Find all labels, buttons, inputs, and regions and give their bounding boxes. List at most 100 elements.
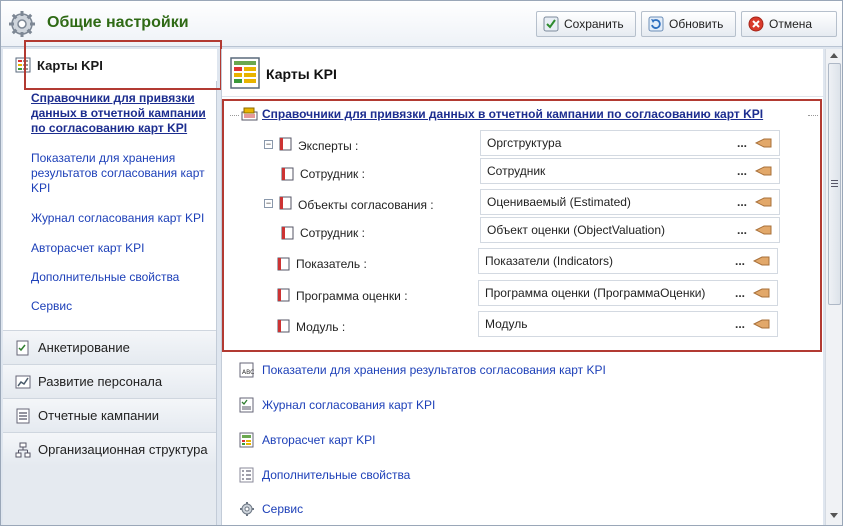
gear-icon <box>9 11 35 37</box>
calculator-icon <box>239 432 254 448</box>
cancel-button[interactable]: Отмена <box>741 11 837 37</box>
refresh-icon <box>648 16 664 32</box>
pick-hand-icon[interactable] <box>755 165 773 177</box>
field-label: Сотрудник : <box>300 226 365 240</box>
refresh-button[interactable]: Обновить <box>641 11 736 37</box>
grip-line <box>831 180 838 181</box>
book-icon <box>279 196 292 210</box>
main-content: Карты KPI Справочники для привязки данны… <box>221 49 824 525</box>
refresh-button-label: Обновить <box>669 17 724 31</box>
link-label: Журнал согласования карт KPI <box>262 398 436 412</box>
book-icon <box>279 137 292 151</box>
field-label: Объекты согласования : <box>298 198 434 212</box>
pick-hand-icon[interactable] <box>755 196 773 208</box>
browse-button[interactable]: ... <box>735 281 745 305</box>
journal-icon <box>239 397 254 413</box>
sidebar-links: Справочники для привязки данных в отчетн… <box>3 83 217 323</box>
sidebar-section-questionnaire[interactable]: Анкетирование <box>3 330 216 364</box>
scroll-up-icon[interactable] <box>830 53 838 58</box>
abc-sheet-icon: ABC <box>239 362 254 378</box>
collapse-experts-toggle[interactable]: − <box>264 140 273 149</box>
main-title: Карты KPI <box>266 66 337 82</box>
section-title-link[interactable]: Справочники для привязки данных в отчетн… <box>262 107 763 121</box>
book-icon <box>277 257 290 271</box>
pick-hand-icon[interactable] <box>753 318 771 330</box>
cancel-button-label: Отмена <box>769 17 813 31</box>
book-icon <box>281 226 294 240</box>
save-button[interactable]: Сохранить <box>536 11 636 37</box>
browse-button[interactable]: ... <box>737 190 747 214</box>
checklist-icon <box>16 340 29 355</box>
sidebar-section-label: Организационная структура <box>38 442 208 457</box>
link-label: Сервис <box>262 502 304 516</box>
link-indicators-storage[interactable]: ABC Показатели для хранения результатов … <box>238 362 606 378</box>
link-label: Авторасчет карт KPI <box>262 433 376 447</box>
section-line <box>230 115 239 116</box>
link-additional-properties[interactable]: Дополнительные свойства <box>238 467 410 483</box>
collapse-approval-objects-toggle[interactable]: − <box>264 199 273 208</box>
evaluation-program-field[interactable]: Программа оценки (ПрограммаОценки) ... <box>478 280 778 306</box>
browse-button[interactable]: ... <box>737 159 747 183</box>
field-label: Сотрудник : <box>300 167 365 181</box>
scroll-thumb[interactable] <box>828 63 841 305</box>
link-label: Показатели для хранения результатов согл… <box>262 363 606 377</box>
sidebar-link-reference-books[interactable]: Справочники для привязки данных в отчетн… <box>31 91 211 136</box>
field-value: Объект оценки (ObjectValuation) <box>487 223 666 237</box>
sidebar-section-staff-development[interactable]: Развитие персонала <box>3 364 216 398</box>
book-icon <box>277 319 290 333</box>
pick-hand-icon[interactable] <box>753 255 771 267</box>
sidebar-link-journal[interactable]: Журнал согласования карт KPI <box>31 211 211 226</box>
field-label: Показатель : <box>296 257 367 271</box>
field-value: Сотрудник <box>487 164 546 178</box>
gear-icon <box>240 502 254 516</box>
approval-objects-field[interactable]: Оцениваемый (Estimated) ... <box>480 189 780 215</box>
sidebar-link-indicators[interactable]: Показатели для хранения результатов согл… <box>31 151 211 196</box>
book-icon <box>281 167 294 181</box>
module-field[interactable]: Модуль ... <box>478 311 778 337</box>
svg-text:ABC: ABC <box>242 369 254 376</box>
settings-window: Общие настройки Сохранить Обновить Отмен… <box>0 0 843 526</box>
scroll-down-icon[interactable] <box>830 513 838 518</box>
link-approval-journal[interactable]: Журнал согласования карт KPI <box>238 397 435 413</box>
link-autocalc[interactable]: Авторасчет карт KPI <box>238 432 376 448</box>
browse-button[interactable]: ... <box>737 218 747 242</box>
org-structure-icon <box>15 442 31 457</box>
main-header: Карты KPI <box>222 49 824 97</box>
field-value: Модуль <box>485 317 528 331</box>
pick-hand-icon[interactable] <box>755 137 773 149</box>
report-list-icon <box>16 408 30 423</box>
grip-line <box>831 186 838 187</box>
kpi-card-large-icon <box>230 57 260 89</box>
sidebar-link-service[interactable]: Сервис <box>31 299 211 314</box>
active-link-highlight <box>24 40 222 90</box>
link-service[interactable]: Сервис <box>238 501 303 517</box>
sidebar-link-autocalc[interactable]: Авторасчет карт KPI <box>31 241 211 256</box>
sidebar-section-label: Анкетирование <box>38 340 130 355</box>
indicator-field[interactable]: Показатели (Indicators) ... <box>478 248 778 274</box>
field-label: Программа оценки : <box>296 289 408 303</box>
field-value: Программа оценки (ПрограммаОценки) <box>485 286 706 300</box>
evaluation-object-field[interactable]: Объект оценки (ObjectValuation) ... <box>480 217 780 243</box>
browse-button[interactable]: ... <box>735 312 745 336</box>
vertical-scrollbar[interactable] <box>825 49 842 525</box>
link-label: Дополнительные свойства <box>262 468 411 482</box>
section-line <box>808 115 818 116</box>
browse-button[interactable]: ... <box>735 249 745 273</box>
sidebar-section-report-campaigns[interactable]: Отчетные кампании <box>3 398 216 432</box>
sidebar-section-org-structure[interactable]: Организационная структура <box>3 432 216 466</box>
reference-book-icon <box>241 107 258 121</box>
cancel-icon <box>748 16 764 32</box>
field-value: Оцениваемый (Estimated) <box>487 195 631 209</box>
save-button-label: Сохранить <box>564 17 624 31</box>
experts-field[interactable]: Оргструктура ... <box>480 130 780 156</box>
employee-field[interactable]: Сотрудник ... <box>480 158 780 184</box>
field-label: Эксперты : <box>298 139 359 153</box>
pick-hand-icon[interactable] <box>755 224 773 236</box>
grip-line <box>831 183 838 184</box>
sidebar-section-label: Развитие персонала <box>38 374 163 389</box>
sidebar-section-label: Отчетные кампании <box>38 408 160 423</box>
field-value: Оргструктура <box>487 136 562 150</box>
browse-button[interactable]: ... <box>737 131 747 155</box>
sidebar-link-properties[interactable]: Дополнительные свойства <box>31 270 211 285</box>
pick-hand-icon[interactable] <box>753 287 771 299</box>
